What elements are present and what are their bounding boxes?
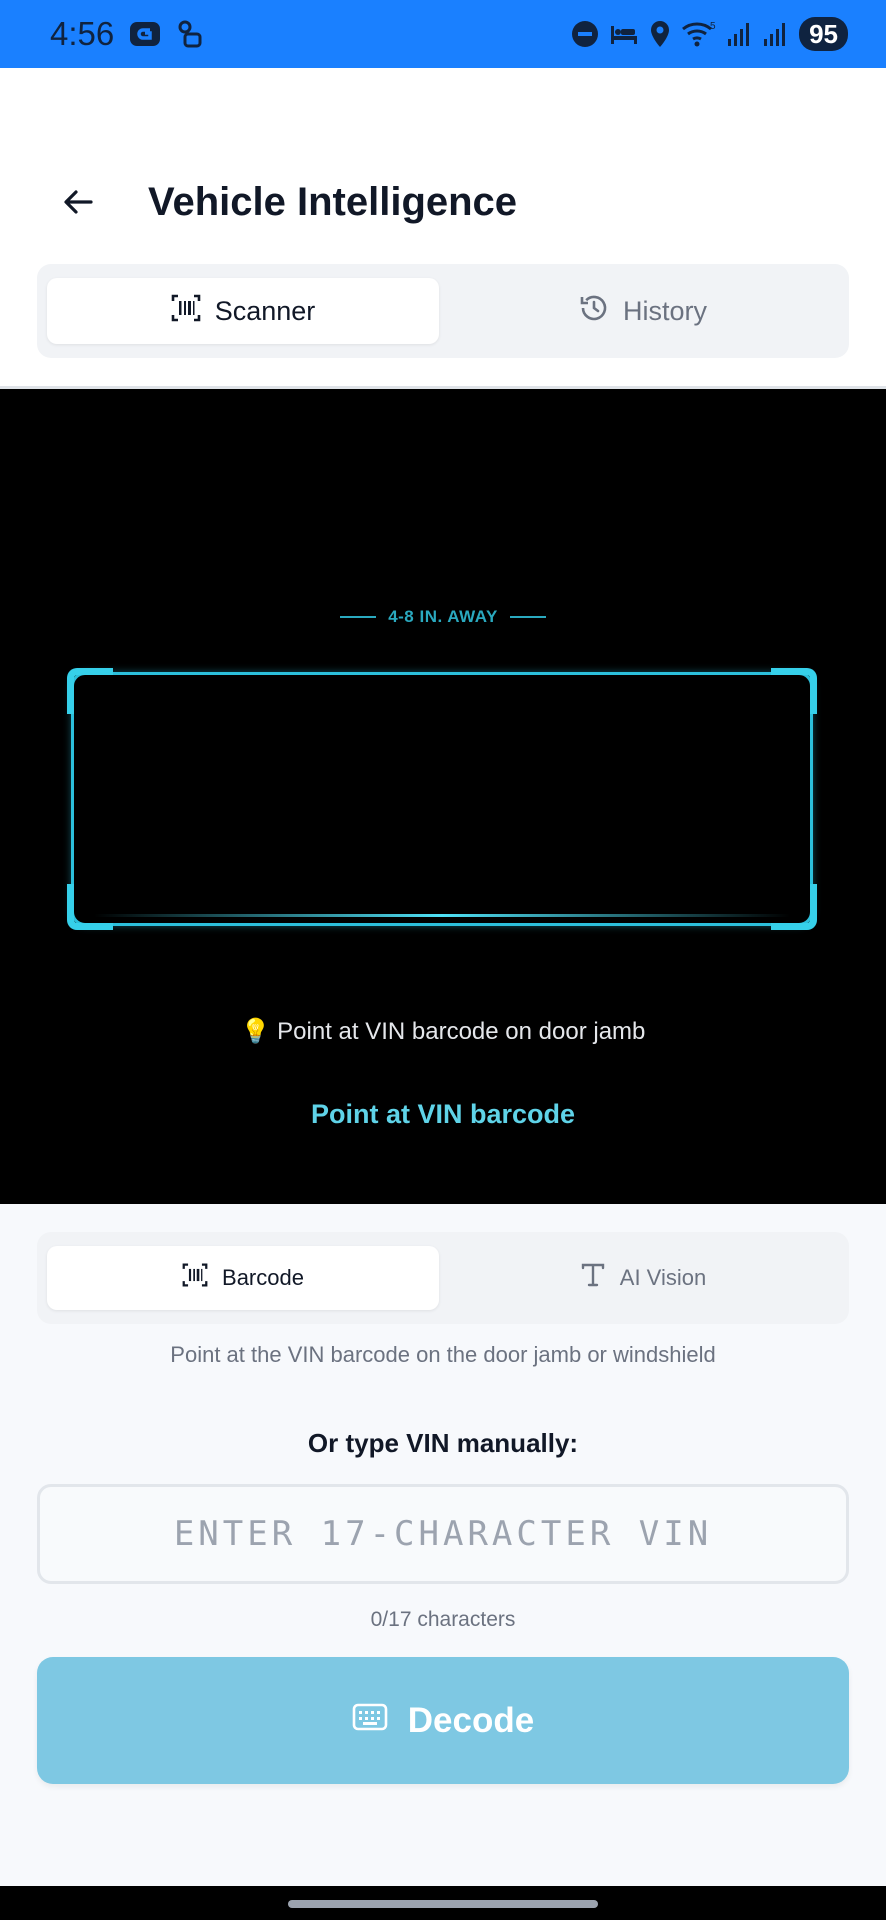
location-icon xyxy=(649,20,671,48)
scan-line xyxy=(94,914,790,917)
frame-corner-top-left xyxy=(67,668,113,714)
distance-line-left xyxy=(340,616,377,618)
system-nav-bar xyxy=(0,1886,886,1920)
back-button[interactable] xyxy=(56,180,100,224)
battery-indicator: 95 xyxy=(799,17,848,51)
google-icon xyxy=(128,19,162,49)
camera-viewfinder[interactable]: 4-8 IN. AWAY 💡 Point at VIN barcode on d… xyxy=(0,386,886,1204)
decode-button[interactable]: Decode xyxy=(37,1657,849,1784)
mode-ai-vision-label: AI Vision xyxy=(619,1265,707,1290)
tab-scanner[interactable]: Scanner xyxy=(47,278,439,344)
distance-line-right xyxy=(509,616,546,618)
tab-history-label: History xyxy=(622,295,707,326)
bed-icon xyxy=(609,20,639,48)
barcode-scan-icon xyxy=(171,293,201,330)
camera-tip: 💡 Point at VIN barcode on door jamb xyxy=(240,1018,646,1045)
mode-barcode[interactable]: Barcode xyxy=(47,1246,439,1310)
home-indicator[interactable] xyxy=(288,1900,598,1908)
vin-input[interactable] xyxy=(37,1484,849,1584)
text-icon xyxy=(580,1262,606,1294)
history-icon xyxy=(579,293,609,330)
scan-frame xyxy=(67,668,817,930)
manual-entry-label: Or type VIN manually: xyxy=(307,1428,579,1458)
distance-indicator: 4-8 IN. AWAY xyxy=(0,607,886,627)
status-right: 5 95 xyxy=(571,17,848,51)
status-time: 4:56 xyxy=(50,15,115,52)
status-bar: 4:56 5 95 xyxy=(0,0,886,68)
scan-mode-toggle: Barcode AI Vision xyxy=(37,1232,849,1324)
app-screen: 4:56 5 95 Vehicle Intelligence Scanner H… xyxy=(0,0,886,1920)
keyboard-icon xyxy=(352,1701,388,1741)
mode-barcode-label: Barcode xyxy=(222,1265,304,1290)
do-not-disturb-icon xyxy=(571,20,599,48)
frame-corner-top-right xyxy=(771,668,817,714)
signal-icon-1 xyxy=(727,21,753,47)
main-tabs: Scanner History xyxy=(37,264,849,358)
tab-history[interactable]: History xyxy=(447,278,839,344)
mode-ai-vision[interactable]: AI Vision xyxy=(447,1246,839,1310)
page-title: Vehicle Intelligence xyxy=(148,180,518,224)
app-header: Vehicle Intelligence Scanner History xyxy=(0,68,886,386)
decode-button-label: Decode xyxy=(407,1700,535,1740)
camera-status: Point at VIN barcode xyxy=(310,1099,576,1129)
status-left: 4:56 xyxy=(50,15,206,53)
voicemail-icon xyxy=(176,19,206,49)
arrow-left-icon xyxy=(64,190,93,214)
distance-label: 4-8 IN. AWAY xyxy=(388,607,498,626)
barcode-icon xyxy=(182,1262,208,1294)
tab-scanner-label: Scanner xyxy=(214,295,316,326)
frame-corner-bottom-left xyxy=(67,884,113,930)
wifi-badge: 5 xyxy=(710,21,716,32)
frame-corner-bottom-right xyxy=(771,884,817,930)
wifi-icon: 5 xyxy=(681,20,717,48)
signal-icon-2 xyxy=(763,21,789,47)
scan-hint: Point at the VIN barcode on the door jam… xyxy=(170,1342,716,1367)
character-counter: 0/17 characters xyxy=(370,1608,516,1631)
